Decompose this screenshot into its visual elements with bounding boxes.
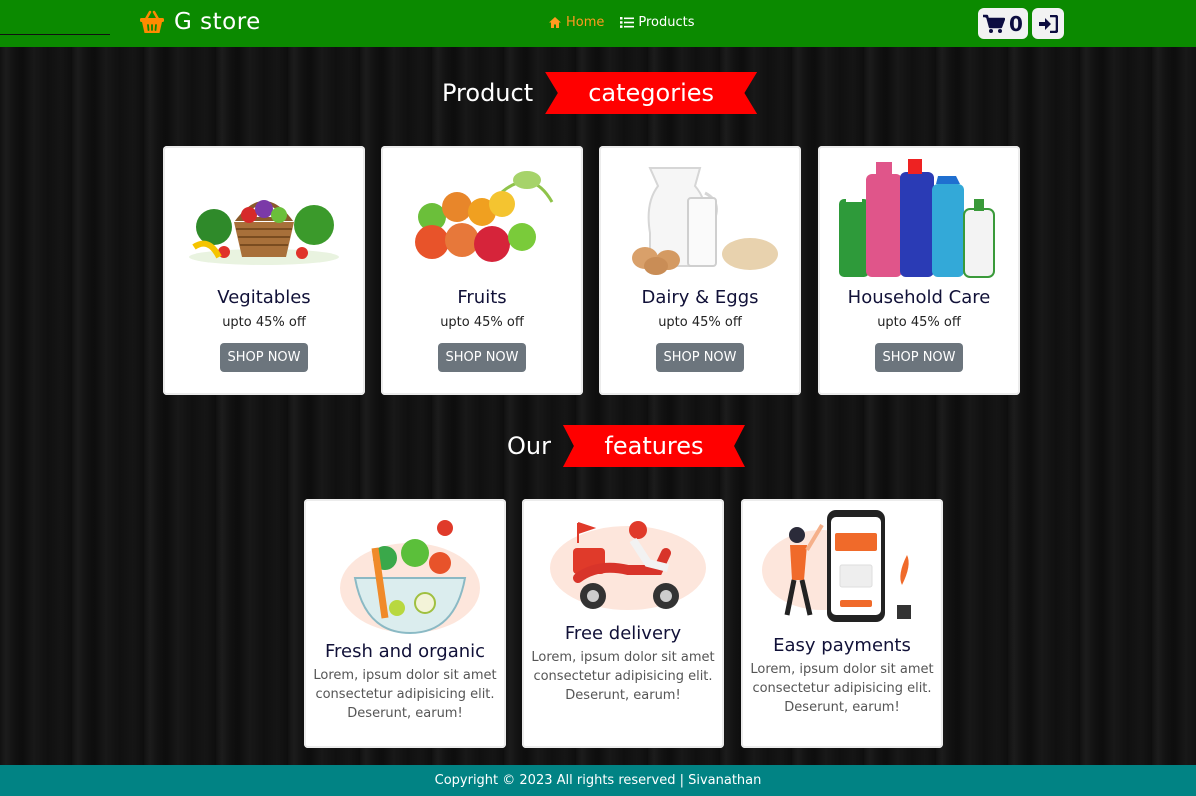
features-heading-plain: Our [507, 432, 551, 460]
features-heading-ribbon: features [562, 425, 745, 467]
list-icon [620, 17, 635, 28]
login-button[interactable] [1032, 8, 1064, 39]
nav-divider [0, 34, 110, 35]
cart-icon [983, 14, 1006, 33]
feature-description: Lorem, ipsum dolor sit amet consectetur … [531, 650, 715, 703]
feature-title: Easy payments [773, 635, 911, 656]
feature-card-fresh-organic: Fresh and organic Lorem, ipsum dolor sit… [304, 499, 506, 748]
shop-now-button[interactable]: SHOP NOW [220, 343, 308, 372]
category-title: Dairy & Eggs [641, 287, 759, 308]
delivery-scooter-image [533, 507, 713, 617]
category-title: Fruits [457, 287, 507, 308]
category-title: Household Care [847, 287, 991, 308]
categories-heading-highlight: categories [588, 79, 715, 107]
categories-heading: Product categories [442, 72, 758, 114]
feature-title: Fresh and organic [324, 641, 486, 662]
category-card-fruits: Fruits upto 45% off SHOP NOW [381, 146, 583, 395]
features-heading-highlight: features [604, 432, 704, 460]
cart-count: 0 [1009, 11, 1023, 36]
payment-phone-image [752, 505, 932, 627]
categories-heading-ribbon: categories [545, 72, 758, 114]
shop-now-button[interactable]: SHOP NOW [875, 343, 963, 372]
basket-icon [140, 10, 164, 33]
shop-now-button[interactable]: SHOP NOW [656, 343, 744, 372]
nav-products-link[interactable]: Products [620, 15, 695, 30]
nav-home-link[interactable]: Home [548, 15, 604, 30]
category-discount: upto 45% off [658, 315, 742, 330]
cart-button[interactable]: 0 [978, 8, 1028, 39]
fruits-image [397, 154, 567, 279]
nav-links: Home Products [548, 15, 695, 30]
footer: Copyright © 2023 All rights reserved | S… [0, 765, 1196, 796]
copyright-text: Copyright © 2023 All rights reserved | S… [434, 773, 762, 788]
category-card-dairy-eggs: Dairy & Eggs upto 45% off SHOP NOW [599, 146, 801, 395]
feature-title: Free delivery [564, 623, 682, 644]
feature-description: Lorem, ipsum dolor sit amet consectetur … [750, 662, 934, 715]
category-discount: upto 45% off [440, 315, 524, 330]
organic-salad-image [315, 505, 495, 641]
shop-now-button[interactable]: SHOP NOW [438, 343, 526, 372]
category-title: Vegitables [217, 287, 311, 308]
dairy-eggs-image [615, 154, 785, 279]
category-discount: upto 45% off [222, 315, 306, 330]
feature-card-free-delivery: Free delivery Lorem, ipsum dolor sit ame… [522, 499, 724, 748]
feature-description: Lorem, ipsum dolor sit amet consectetur … [313, 668, 497, 721]
household-care-image [834, 154, 1004, 279]
brand-name: G store [174, 9, 261, 35]
feature-card-easy-payments: Easy payments Lorem, ipsum dolor sit ame… [741, 499, 943, 748]
features-heading: Our features [507, 425, 745, 467]
category-card-vegetables: Vegitables upto 45% off SHOP NOW [163, 146, 365, 395]
sign-in-icon [1039, 14, 1058, 33]
categories-heading-plain: Product [442, 79, 534, 107]
navbar: G store Home Products 0 [0, 0, 1196, 47]
vegetables-image [179, 154, 349, 279]
home-icon [549, 17, 561, 28]
brand-logo[interactable]: G store [138, 8, 261, 36]
category-card-household-care: Household Care upto 45% off SHOP NOW [818, 146, 1020, 395]
nav-products-label: Products [638, 15, 695, 30]
category-discount: upto 45% off [877, 315, 961, 330]
nav-home-label: Home [566, 15, 605, 30]
